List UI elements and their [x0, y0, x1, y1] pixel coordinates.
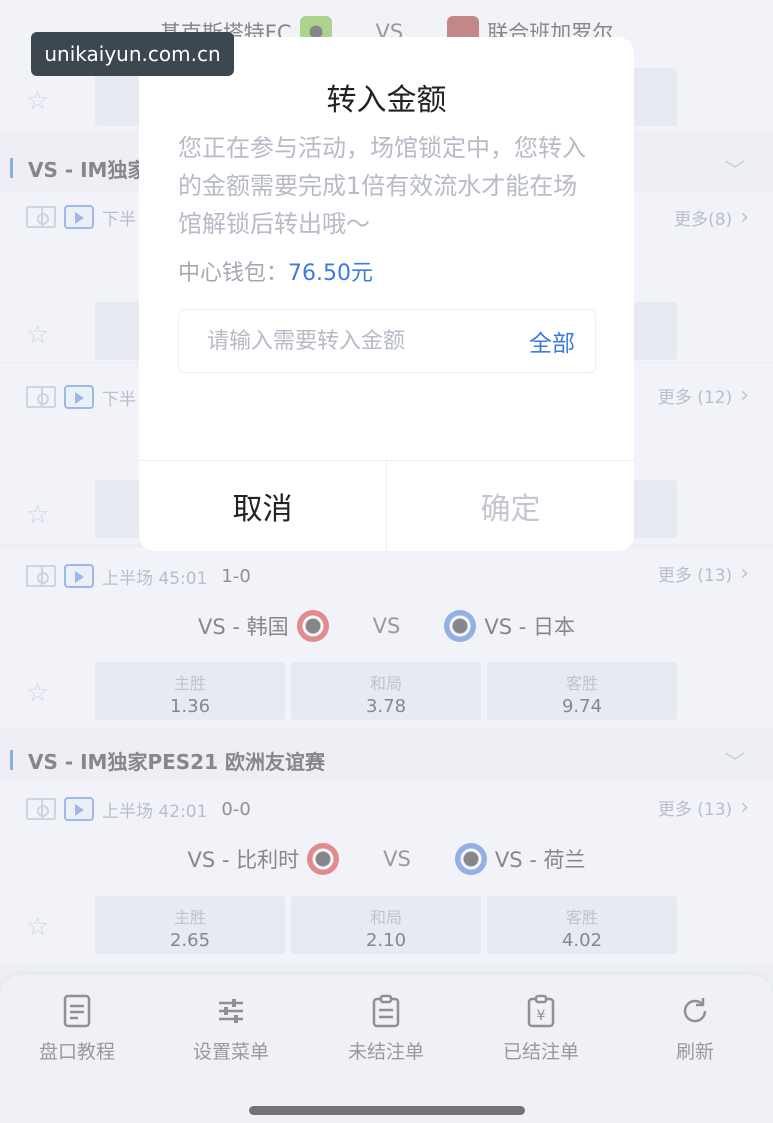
dialog-title: 转入金额 [326, 83, 447, 118]
cancel-button[interactable]: 取消 [139, 461, 387, 551]
wallet-balance: 中心钱包：76.50元 [178, 255, 373, 287]
amount-input[interactable] [207, 328, 529, 354]
wallet-label: 中心钱包： [178, 261, 289, 286]
wallet-amount: 76.50元 [288, 261, 373, 286]
dialog-actions: 取消 确定 [139, 460, 634, 551]
all-amount-button[interactable]: 全部 [529, 324, 575, 358]
transfer-amount-dialog: 转入金额 您正在参与活动，场馆锁定中，您转入的金额需要完成1倍有效流水才能在场馆… [139, 37, 634, 551]
confirm-button[interactable]: 确定 [387, 461, 634, 551]
watermark: unikaiyun.com.cn [31, 32, 234, 76]
dialog-message: 您正在参与活动，场馆锁定中，您转入的金额需要完成1倍有效流水才能在场馆解锁后转出… [178, 134, 586, 238]
amount-input-box: 全部 [178, 309, 596, 373]
